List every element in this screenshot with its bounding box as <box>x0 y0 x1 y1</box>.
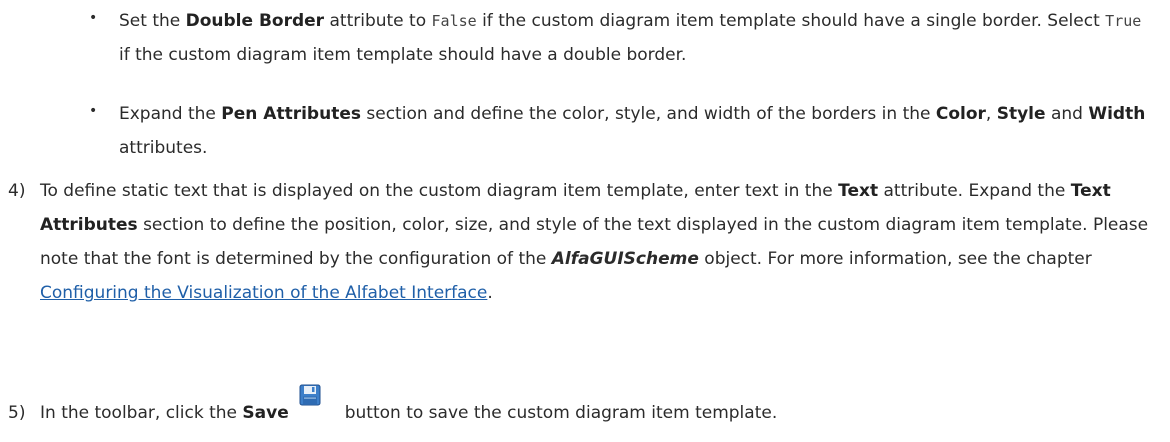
bold-term: Pen Attributes <box>221 104 361 124</box>
paragraph-text: Expand the Pen Attributes section and de… <box>119 104 1146 158</box>
bold-term: Width <box>1088 104 1146 124</box>
bold-italic-term: AlfaGUIScheme <box>551 249 699 269</box>
step-number: 4) <box>8 181 26 201</box>
bullet-symbol: • <box>89 103 98 119</box>
bold-term: Color <box>935 104 986 124</box>
bold-term: Double Border <box>185 11 325 31</box>
save-icon <box>299 384 321 406</box>
paragraph-text: In the toolbar, click the Save button to … <box>40 384 1150 430</box>
bold-term: Text <box>838 181 879 201</box>
paragraph-text: Set the Double Border attribute to False… <box>119 11 1142 65</box>
code-value: False <box>431 12 477 30</box>
step-number: 5) <box>8 403 26 423</box>
bold-term: Style <box>996 104 1046 124</box>
bullet-symbol: • <box>89 10 98 26</box>
chapter-link[interactable]: Configuring the Visualization of the Alf… <box>40 283 487 303</box>
code-value: True <box>1105 12 1142 30</box>
bold-term: Save <box>242 403 289 423</box>
paragraph-text: To define static text that is displayed … <box>40 181 1149 303</box>
